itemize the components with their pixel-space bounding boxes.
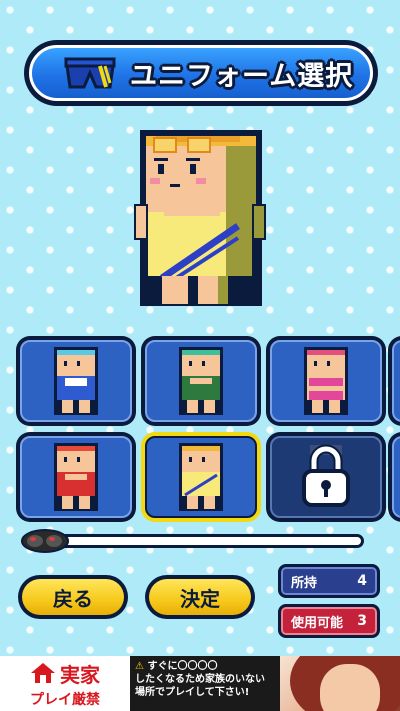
owned-value: 4	[357, 573, 367, 589]
usable-label: 使用可能	[291, 615, 344, 631]
title-banner: ユニフォーム選択	[24, 40, 378, 106]
house-icon	[31, 663, 55, 683]
ad-character-face	[320, 664, 380, 711]
costume-slot-inner	[392, 340, 400, 422]
character-red-swimsuit-icon	[54, 443, 98, 511]
costume-slot-offscreen	[388, 336, 400, 426]
costume-slot-inner	[270, 340, 382, 422]
costume-slot-inner	[20, 436, 132, 518]
costume-slot-inner	[145, 436, 257, 518]
ad-copy-line1: ⚠ すぐに〇〇〇〇	[135, 660, 275, 673]
page-title: ユニフォーム選択	[130, 60, 354, 92]
scroll-track[interactable]	[24, 534, 364, 548]
costume-slot-5-selected[interactable]	[141, 432, 261, 522]
costume-slot-inner	[392, 436, 400, 518]
ad-brand-row: 実家	[30, 659, 100, 688]
costume-slot-inner	[270, 436, 382, 518]
ad-copy-line2: したくなるため家族のいない	[135, 674, 265, 685]
owned-label: 所持	[291, 575, 318, 591]
back-button[interactable]: 戻る	[18, 575, 128, 619]
usable-count-badge: 使用可能 3	[278, 604, 380, 638]
costume-slot-3[interactable]	[266, 336, 386, 426]
character-green-swimsuit-icon	[179, 347, 223, 415]
costume-slot-2[interactable]	[141, 336, 261, 426]
confirm-button[interactable]: 決定	[145, 575, 255, 619]
ad-copy-line3: 場所でプレイして下さい!	[135, 687, 250, 698]
costume-slot-offscreen	[388, 432, 400, 522]
ad-brand: 実家 プレイ厳禁	[0, 656, 130, 711]
usable-value: 3	[357, 613, 367, 629]
owned-count-badge: 所持 4	[278, 564, 380, 598]
costume-slot-1[interactable]	[16, 336, 136, 426]
character-blue-swimsuit-icon	[54, 347, 98, 415]
character-yellow-swimsuit-icon	[179, 443, 223, 511]
warning-icon: ⚠	[135, 661, 144, 672]
ad-copy: ⚠ すぐに〇〇〇〇 したくなるため家族のいない 場所でプレイして下さい!	[130, 656, 280, 711]
lock-icon	[302, 444, 350, 507]
back-button-label: 戻る	[22, 579, 124, 615]
costume-slot-6-locked[interactable]	[266, 432, 386, 522]
confirm-button-label: 決定	[149, 579, 251, 615]
title-banner-inner: ユニフォーム選択	[29, 45, 373, 101]
ad-character-image	[280, 656, 400, 711]
swim-trunks-icon	[64, 57, 116, 89]
ad-brand-sub: プレイ厳禁	[30, 691, 100, 708]
costume-slot-inner	[145, 340, 257, 422]
costume-slot-4[interactable]	[16, 432, 136, 522]
ad-banner[interactable]: 実家 プレイ厳禁 ⚠ すぐに〇〇〇〇 したくなるため家族のいない 場所でプレイし…	[0, 656, 400, 711]
character-preview	[134, 130, 266, 306]
costume-slot-inner	[20, 340, 132, 422]
ad-brand-name: 実家	[60, 662, 100, 687]
ad-copy-line1-text: すぐに〇〇〇〇	[147, 661, 218, 672]
character-pink-bikini-icon	[304, 347, 348, 415]
goggles-icon[interactable]	[20, 526, 70, 556]
